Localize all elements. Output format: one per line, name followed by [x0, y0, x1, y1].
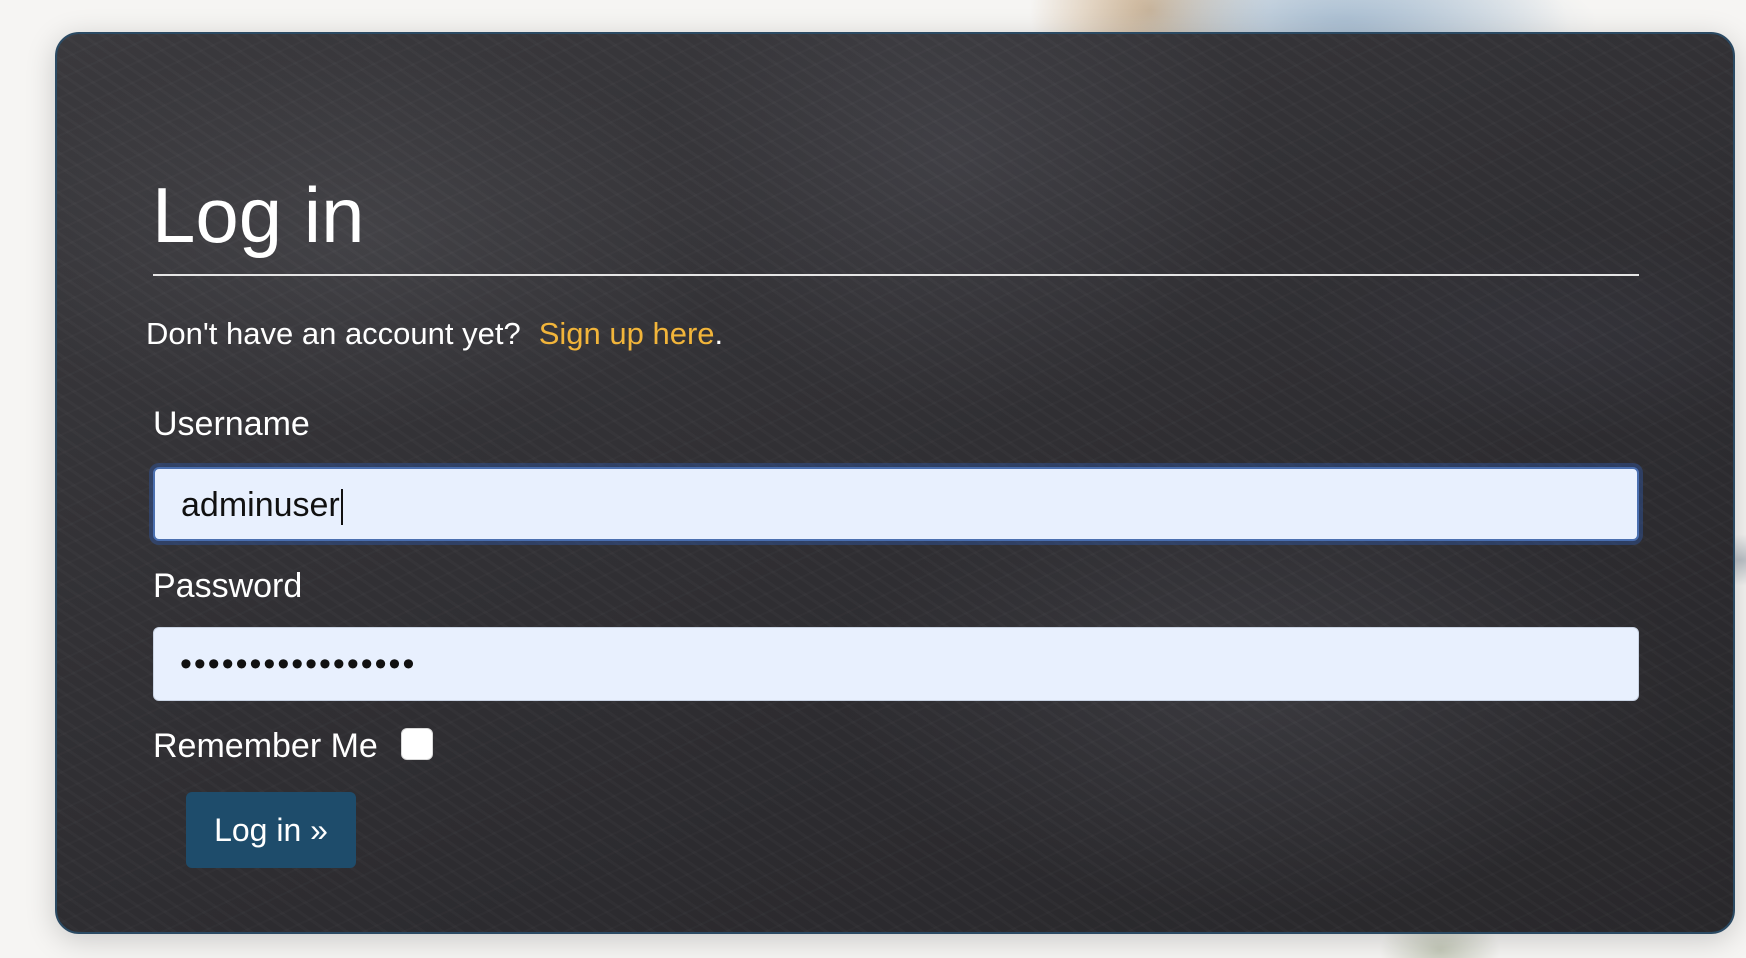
- username-input[interactable]: adminuser: [153, 467, 1639, 541]
- page-title: Log in: [152, 171, 365, 259]
- page-background: Log in Don't have an account yet? Sign up…: [0, 0, 1746, 958]
- password-masked-value: •••••••••••••••••: [180, 645, 417, 683]
- signup-prompt: Don't have an account yet? Sign up here.: [146, 314, 723, 354]
- remember-me-label: Remember Me: [153, 727, 378, 765]
- username-label: Username: [153, 405, 310, 443]
- login-card: Log in Don't have an account yet? Sign up…: [55, 32, 1735, 934]
- password-label: Password: [153, 567, 303, 605]
- text-cursor: [340, 489, 343, 526]
- remember-me-checkbox[interactable]: [401, 728, 433, 760]
- signup-link[interactable]: Sign up here: [539, 316, 715, 351]
- login-button[interactable]: Log in »: [186, 792, 356, 868]
- username-value: adminuser: [181, 486, 343, 526]
- password-input[interactable]: •••••••••••••••••: [153, 627, 1639, 701]
- signup-prompt-text: Don't have an account yet?: [146, 316, 521, 351]
- signup-suffix: .: [714, 316, 724, 351]
- title-divider: [153, 274, 1639, 276]
